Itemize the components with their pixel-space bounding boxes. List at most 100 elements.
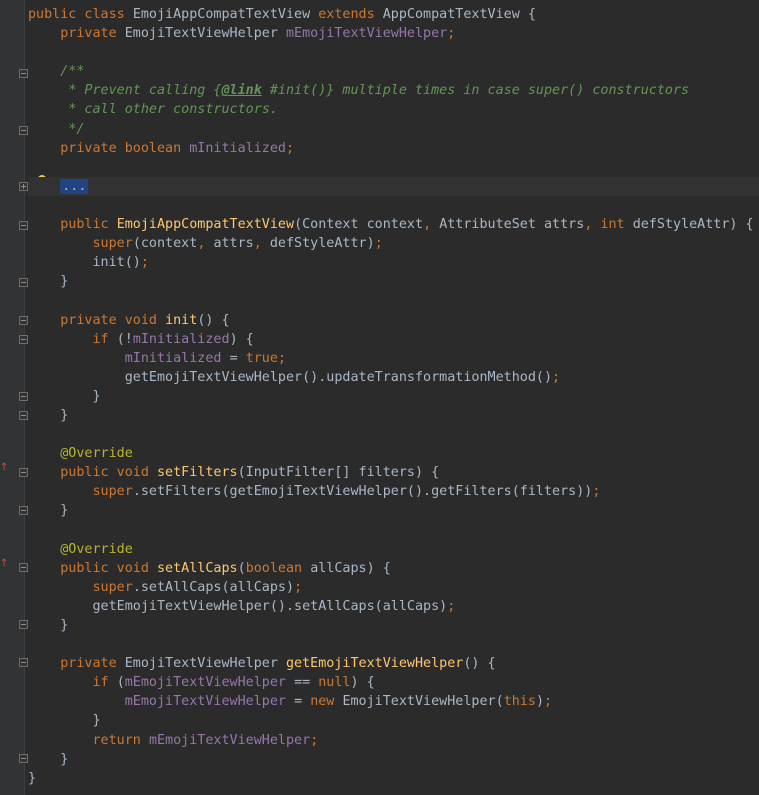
code-line[interactable]: ...: [28, 176, 759, 196]
code-token: getEmojiTextViewHelper: [286, 656, 464, 672]
code-line[interactable]: public EmojiAppCompatTextView(Context co…: [28, 215, 759, 234]
folded-code-placeholder[interactable]: ...: [60, 178, 89, 194]
code-token: return: [92, 732, 149, 748]
code-token: (!: [116, 331, 133, 347]
fold-collapse-icon[interactable]: [19, 278, 28, 287]
override-method-icon[interactable]: ↑: [0, 558, 8, 570]
code-line[interactable]: public void setFilters(InputFilter[] fil…: [28, 463, 759, 482]
code-line[interactable]: private EmojiTextViewHelper getEmojiText…: [28, 654, 759, 673]
code-line[interactable]: @Override: [28, 540, 759, 559]
code-token: boolean: [245, 560, 311, 576]
code-token: */: [68, 121, 85, 137]
code-line[interactable]: * call other constructors.: [28, 100, 759, 119]
code-line[interactable]: return mEmojiTextViewHelper;: [28, 731, 759, 750]
fold-collapse-icon[interactable]: [19, 563, 28, 572]
code-line[interactable]: [28, 158, 759, 177]
code-line[interactable]: super(context, attrs, defStyleAttr);: [28, 234, 759, 253]
code-line[interactable]: }: [28, 750, 759, 769]
code-token: this: [503, 694, 536, 710]
code-token: mInitialized: [124, 350, 230, 366]
code-line[interactable]: super.setFilters(getEmojiTextViewHelper(…: [28, 482, 759, 501]
code-token: getEmojiTextViewHelper().setAllCaps(allC…: [28, 598, 448, 614]
code-token: EmojiTextViewHelper: [124, 656, 286, 672]
code-token: public: [60, 217, 117, 233]
code-token: defStyleAttr): [269, 236, 375, 252]
code-line[interactable]: private EmojiTextViewHelper mEmojiTextVi…: [28, 24, 759, 43]
code-line[interactable]: [28, 291, 759, 310]
code-token: EmojiTextViewHelper: [124, 26, 286, 42]
code-token: true;: [245, 350, 286, 366]
code-line[interactable]: [28, 521, 759, 540]
code-line[interactable]: private boolean mInitialized;: [28, 139, 759, 158]
code-line[interactable]: */: [28, 120, 759, 139]
override-method-icon[interactable]: ↑: [0, 462, 8, 474]
code-line[interactable]: if (mEmojiTextViewHelper == null) {: [28, 673, 759, 692]
code-line[interactable]: mInitialized = true;: [28, 349, 759, 368]
code-token: @Override: [60, 541, 133, 557]
code-line[interactable]: }: [28, 616, 759, 635]
code-line[interactable]: init();: [28, 253, 759, 272]
code-token: () {: [463, 656, 496, 672]
code-token: }: [28, 770, 37, 786]
code-line[interactable]: public void setAllCaps(boolean allCaps) …: [28, 559, 759, 578]
code-token: #init()} multiple times in case super() …: [261, 83, 690, 99]
code-line[interactable]: getEmojiTextViewHelper().updateTransform…: [28, 368, 759, 387]
code-line[interactable]: }: [28, 501, 759, 520]
fold-expand-icon[interactable]: [19, 182, 28, 191]
code-token: private void: [60, 312, 166, 328]
code-line[interactable]: [28, 43, 759, 62]
code-line[interactable]: /**: [28, 62, 759, 81]
code-line[interactable]: }: [28, 711, 759, 730]
code-token: (Context context: [294, 217, 424, 233]
code-token: () {: [197, 312, 230, 328]
code-token: (: [237, 560, 246, 576]
code-line[interactable]: super.setAllCaps(allCaps);: [28, 578, 759, 597]
code-line[interactable]: public class EmojiAppCompatTextView exte…: [28, 5, 759, 24]
fold-collapse-icon[interactable]: [19, 658, 28, 667]
code-token: private: [60, 26, 125, 42]
code-line[interactable]: if (!mInitialized) {: [28, 330, 759, 349]
fold-collapse-icon[interactable]: [19, 754, 28, 763]
fold-collapse-icon[interactable]: [19, 69, 28, 78]
fold-collapse-icon[interactable]: [19, 126, 28, 135]
code-line[interactable]: private void init() {: [28, 311, 759, 330]
code-line[interactable]: }: [28, 769, 759, 788]
code-token: ;: [447, 598, 456, 614]
code-token: AttributeSet attrs: [439, 217, 585, 233]
code-token: ;: [592, 484, 601, 500]
code-line[interactable]: [28, 425, 759, 444]
code-line[interactable]: * Prevent calling {@link #init()} multip…: [28, 81, 759, 100]
code-line[interactable]: mEmojiTextViewHelper = new EmojiTextView…: [28, 692, 759, 711]
code-line[interactable]: [28, 196, 759, 215]
code-line[interactable]: getEmojiTextViewHelper().setAllCaps(allC…: [28, 597, 759, 616]
code-line[interactable]: }: [28, 387, 759, 406]
fold-collapse-icon[interactable]: [19, 411, 28, 420]
fold-collapse-icon[interactable]: [19, 316, 28, 325]
code-line[interactable]: }: [28, 406, 759, 425]
code-token: =: [229, 350, 246, 366]
code-token: ;: [294, 579, 303, 595]
code-content[interactable]: public class EmojiAppCompatTextView exte…: [28, 5, 759, 788]
fold-collapse-icon[interactable]: [19, 468, 28, 477]
fold-collapse-icon[interactable]: [19, 335, 28, 344]
code-token: ;: [552, 369, 561, 385]
code-token: super: [92, 579, 133, 595]
code-token: (: [116, 675, 125, 691]
fold-collapse-icon[interactable]: [19, 392, 28, 401]
fold-collapse-icon[interactable]: [19, 620, 28, 629]
code-token: }: [28, 407, 69, 423]
fold-collapse-icon[interactable]: [19, 221, 28, 230]
code-line[interactable]: @Override: [28, 444, 759, 463]
code-line[interactable]: [28, 635, 759, 654]
code-token: EmojiTextViewHelper(: [342, 694, 504, 710]
code-line[interactable]: }: [28, 272, 759, 291]
fold-collapse-icon[interactable]: [19, 506, 28, 515]
code-editor[interactable]: ↑ ↑ public class EmojiAppCompatTextView …: [0, 0, 759, 795]
